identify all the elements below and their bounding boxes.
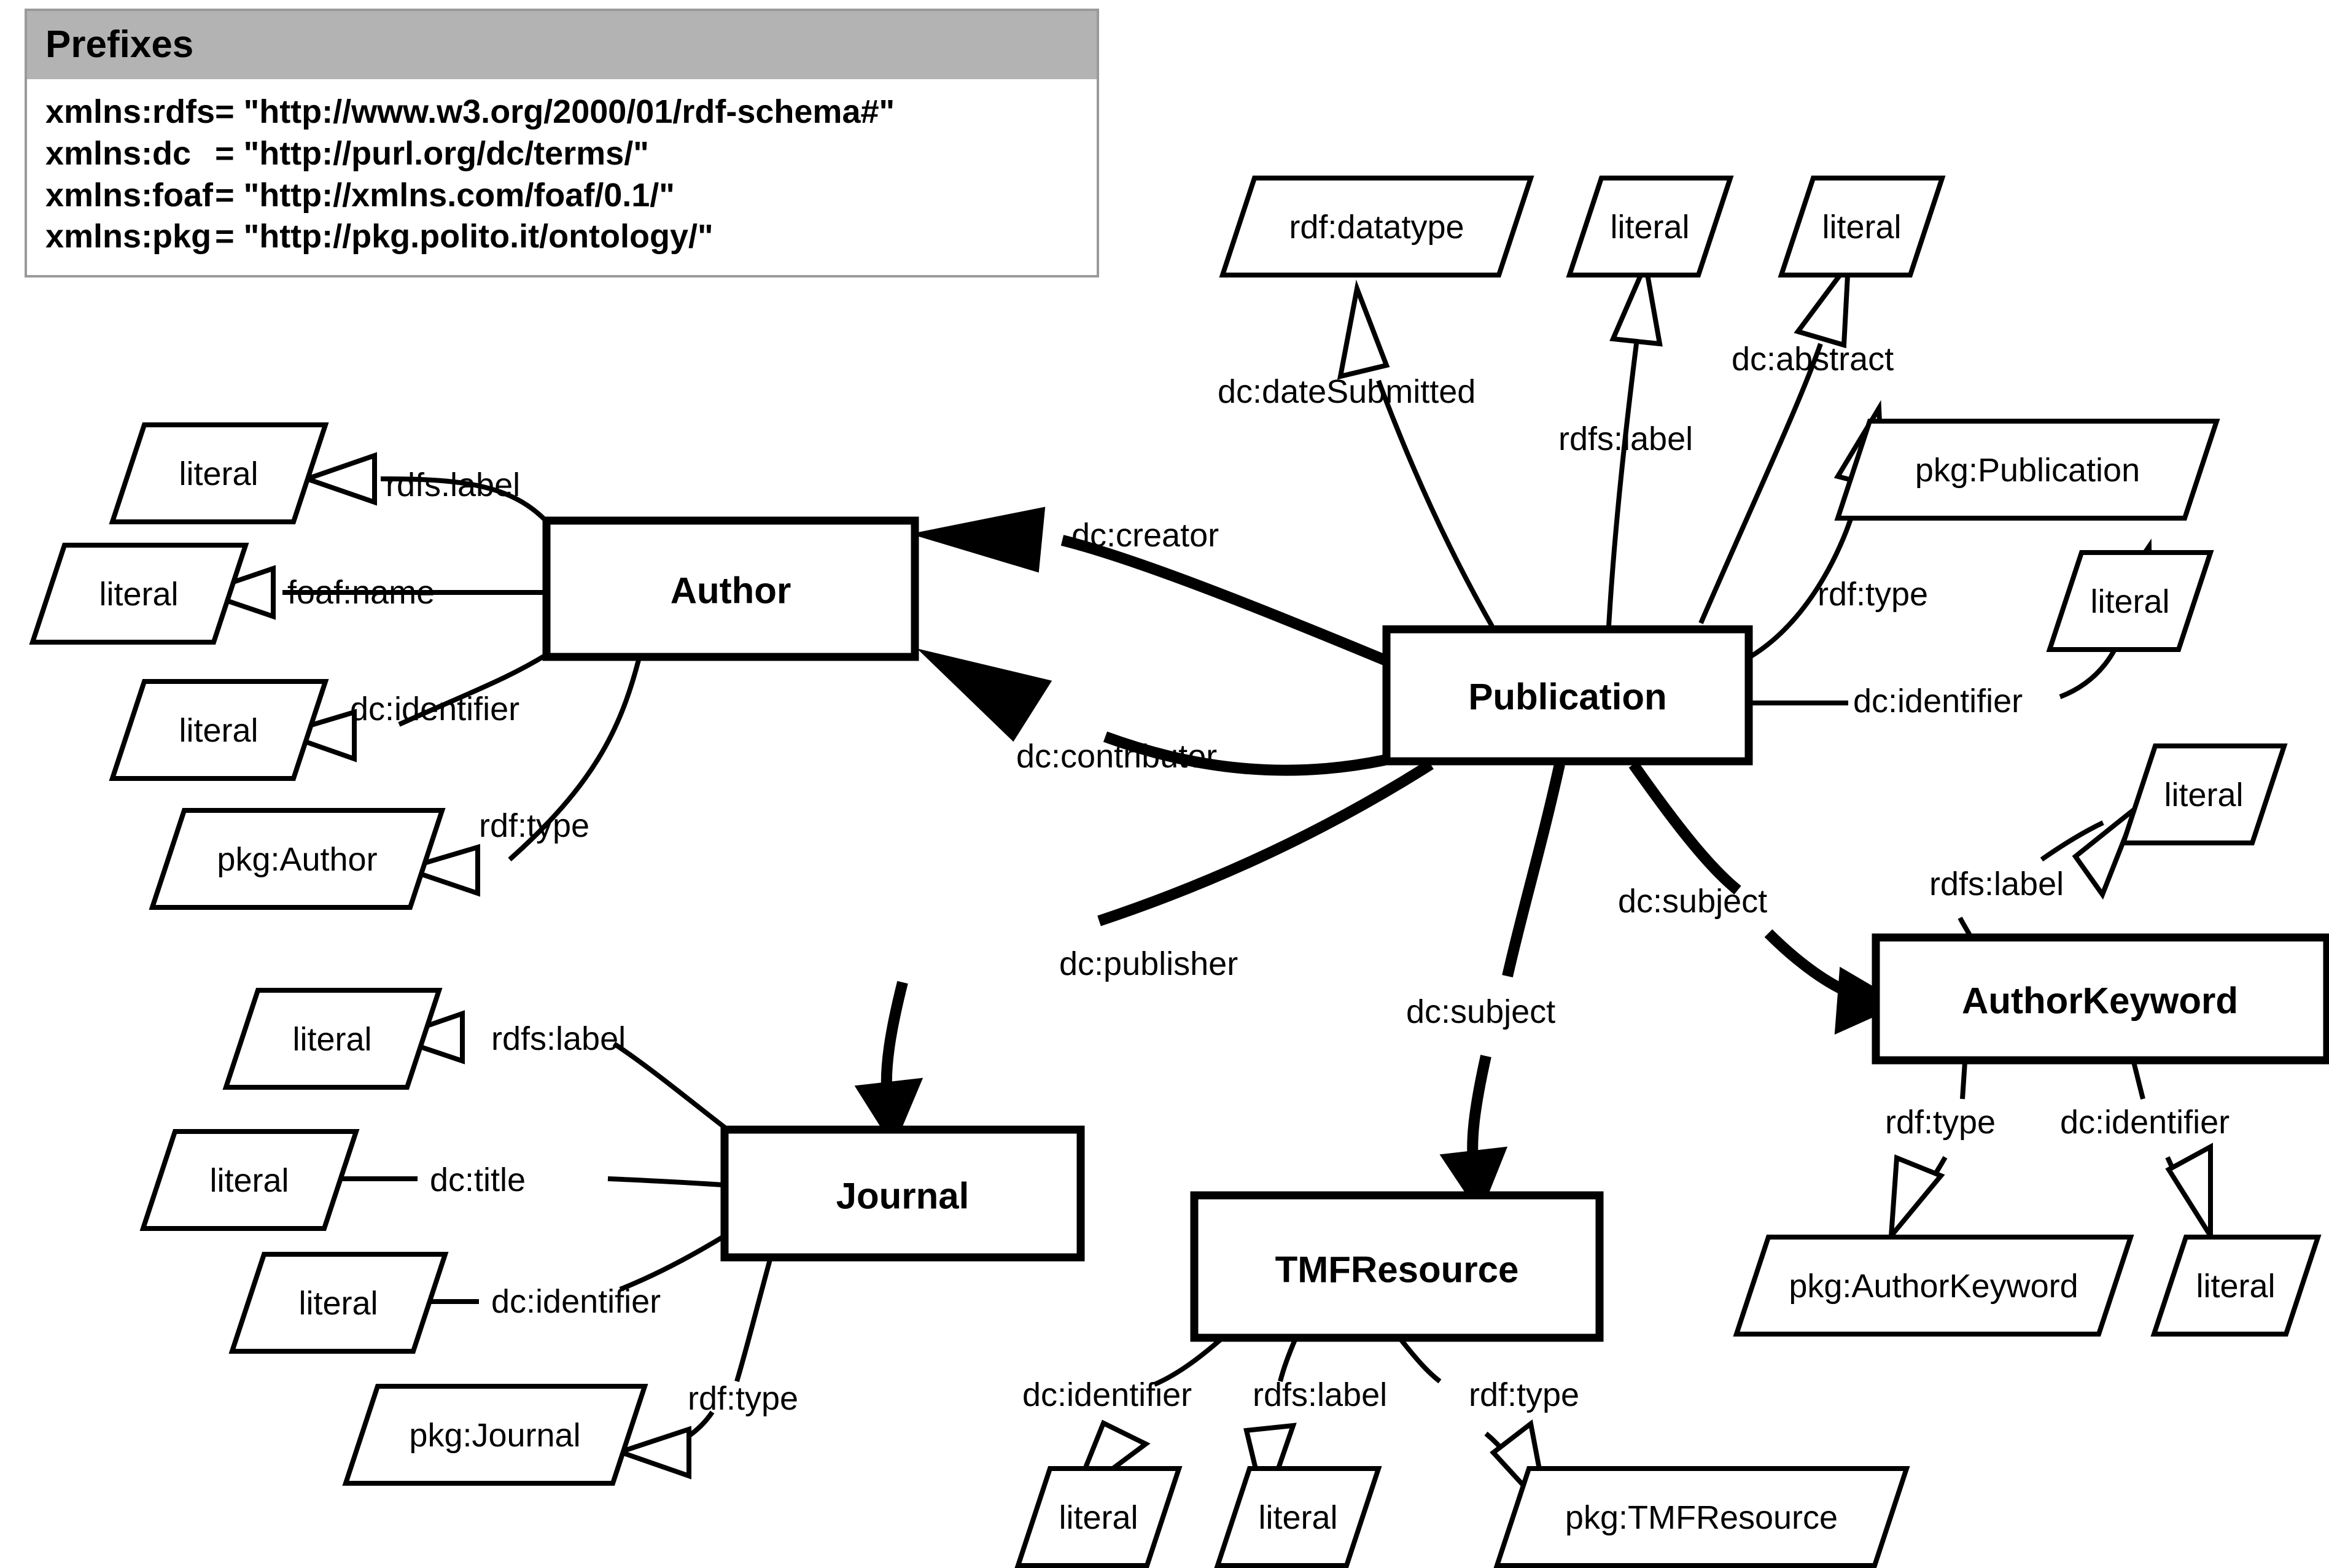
edge-label-publication-dc-contributor: dc:contributor xyxy=(1016,738,1217,775)
prefix-value: = "http://pkg.polito.it/ontology/" xyxy=(215,218,713,255)
node-label-author: Author xyxy=(671,570,791,611)
node-publication[interactable]: Publication xyxy=(1382,625,1753,766)
node-label-authorkeyword: AuthorKeyword xyxy=(1962,980,2238,1022)
node-value-author-pkg[interactable]: pkg:Author xyxy=(149,808,446,910)
value-label: literal xyxy=(2090,583,2169,620)
prefix-name: xmlns:rdfs xyxy=(45,93,216,131)
prefix-row: xmlns:rdfs = "http://www.w3.org/2000/01/… xyxy=(45,91,895,133)
value-label: literal xyxy=(179,712,258,749)
edge-ak-rdf-type xyxy=(1888,1062,1967,1244)
prefix-row: xmlns:dc = "http://purl.org/dc/terms/" xyxy=(45,133,895,175)
value-label: literal xyxy=(2196,1268,2275,1305)
node-value-journal-dc-identifier[interactable]: literal xyxy=(228,1252,449,1354)
prefix-value: = "http://xmlns.com/foaf/0.1/" xyxy=(215,176,675,214)
value-label: literal xyxy=(292,1021,371,1058)
prefix-row: xmlns:pkg = "http://pkg.polito.it/ontolo… xyxy=(45,216,895,258)
value-label: literal xyxy=(298,1285,378,1322)
edge-label-ak-rdf-type: rdf:type xyxy=(1885,1104,1996,1141)
value-label: pkg:TMFResource xyxy=(1565,1499,1838,1536)
prefix-value: = "http://purl.org/dc/terms/" xyxy=(215,134,649,172)
node-value-tmf-rdfs-label[interactable]: literal xyxy=(1214,1466,1382,1568)
edge-label-author-dc-identifier: dc:identifier xyxy=(350,691,519,728)
value-label: pkg:Journal xyxy=(409,1417,580,1454)
edge-label-journal-rdf-type: rdf:type xyxy=(688,1380,798,1417)
value-label: literal xyxy=(179,456,258,492)
edge-label-tmf-rdf-type: rdf:type xyxy=(1469,1376,1579,1413)
edge-label-publication-dc-abstract: dc:abstract xyxy=(1732,341,1894,378)
edge-ak-dc-identifier xyxy=(2131,1062,2213,1244)
value-label: literal xyxy=(1059,1499,1138,1536)
node-value-publication-pkg[interactable]: pkg:Publication xyxy=(1834,419,2220,521)
prefix-name: xmlns:dc xyxy=(45,134,192,172)
prefixes-body: xmlns:rdfs = "http://www.w3.org/2000/01/… xyxy=(27,79,1097,275)
prefixes-legend: Prefixes xmlns:rdfs = "http://www.w3.org… xyxy=(25,9,1099,278)
node-label-publication: Publication xyxy=(1468,677,1666,718)
node-label-tmfresource: TMFResource xyxy=(1275,1249,1519,1290)
edge-label-publication-dc-creator: dc:creator xyxy=(1071,517,1219,554)
prefixes-title: Prefixes xyxy=(27,11,1097,80)
value-label: literal xyxy=(209,1162,289,1199)
value-label: pkg:AuthorKeyword xyxy=(1789,1268,2078,1305)
node-tmfresource[interactable]: TMFResource xyxy=(1190,1191,1604,1342)
node-value-journal-pkg[interactable]: pkg:Journal xyxy=(342,1384,648,1486)
node-value-publication-dc-identifier[interactable]: literal xyxy=(2046,550,2214,652)
prefix-name: xmlns:pkg xyxy=(45,218,212,255)
edge-label-tmf-dc-identifier: dc:identifier xyxy=(1022,1376,1192,1413)
edge-label-ak-dc-identifier: dc:identifier xyxy=(2060,1104,2230,1141)
edge-label-publication-dc-identifier: dc:identifier xyxy=(1853,683,2023,720)
edge-label-journal-rdfs-label: rdfs:label xyxy=(491,1020,626,1057)
edge-label-publication-rdf-type: rdf:type xyxy=(1818,576,1928,613)
diagram-canvas: Author Publication Journal TMFResource A… xyxy=(0,0,2329,1568)
node-value-tmf-pkg[interactable]: pkg:TMFResource xyxy=(1493,1466,1910,1568)
node-value-tmf-dc-identifier[interactable]: literal xyxy=(1014,1466,1183,1568)
value-label: literal xyxy=(2164,777,2243,813)
node-value-author-foaf-name[interactable]: literal xyxy=(29,543,249,645)
node-value-ak-pkg[interactable]: pkg:AuthorKeyword xyxy=(1733,1235,2134,1337)
node-value-publication-dc-abstract[interactable]: literal xyxy=(1778,176,1946,278)
node-value-journal-dc-title[interactable]: literal xyxy=(139,1129,360,1231)
value-label: pkg:Publication xyxy=(1915,452,2140,489)
edge-label-publication-dc-publisher: dc:publisher xyxy=(1059,945,1238,982)
edge-label-journal-dc-identifier: dc:identifier xyxy=(491,1283,661,1320)
value-label: literal xyxy=(1610,209,1689,246)
edge-label-publication-dc-subject-ak: dc:subject xyxy=(1618,883,1767,920)
edge-label-journal-dc-title: dc:title xyxy=(430,1162,526,1198)
edge-label-author-rdfs-label: rdfs:label xyxy=(386,467,520,503)
edge-label-publication-dc-subject-tmf: dc:subject xyxy=(1406,993,1555,1030)
node-author[interactable]: Author xyxy=(542,516,919,661)
node-journal[interactable]: Journal xyxy=(720,1125,1085,1262)
node-label-journal: Journal xyxy=(836,1176,970,1217)
node-value-ak-rdfs-label[interactable]: literal xyxy=(2120,743,2288,845)
value-label: rdf:datatype xyxy=(1289,209,1464,246)
prefix-value: = "http://www.w3.org/2000/01/rdf-schema#… xyxy=(215,93,895,131)
node-value-journal-rdfs-label[interactable]: literal xyxy=(222,988,443,1090)
node-value-author-rdfs-label[interactable]: literal xyxy=(109,422,329,524)
node-value-ak-dc-identifier[interactable]: literal xyxy=(2150,1235,2322,1337)
prefix-row: xmlns:foaf = "http://xmlns.com/foaf/0.1/… xyxy=(45,175,895,217)
value-label: literal xyxy=(1258,1499,1337,1536)
edge-publication-dc-datesubmitted xyxy=(1337,279,1495,627)
edge-label-author-rdf-type: rdf:type xyxy=(479,807,589,844)
value-label: pkg:Author xyxy=(217,841,377,878)
node-authorkeyword[interactable]: AuthorKeyword xyxy=(1872,933,2329,1065)
edge-label-author-foaf-name: foaf:name xyxy=(287,574,435,611)
edge-label-tmf-rdfs-label: rdfs:label xyxy=(1253,1376,1387,1413)
node-value-publication-rdf-datatype[interactable]: rdf:datatype xyxy=(1219,176,1534,278)
value-label: literal xyxy=(99,576,178,613)
edge-label-publication-dc-datesubmitted: dc:dateSubmitted xyxy=(1218,373,1476,410)
value-label: literal xyxy=(1822,209,1901,246)
prefixes-table: xmlns:rdfs = "http://www.w3.org/2000/01/… xyxy=(45,91,895,258)
prefix-name: xmlns:foaf xyxy=(45,176,214,214)
edge-label-ak-rdfs-label: rdfs:label xyxy=(1929,866,2064,902)
edge-label-publication-rdfs-label: rdfs:label xyxy=(1558,421,1693,457)
node-value-publication-rdfs-label[interactable]: literal xyxy=(1566,176,1734,278)
edge-publication-dc-subject-tmf xyxy=(1439,763,1565,1216)
node-value-author-dc-identifier[interactable]: literal xyxy=(109,679,329,781)
